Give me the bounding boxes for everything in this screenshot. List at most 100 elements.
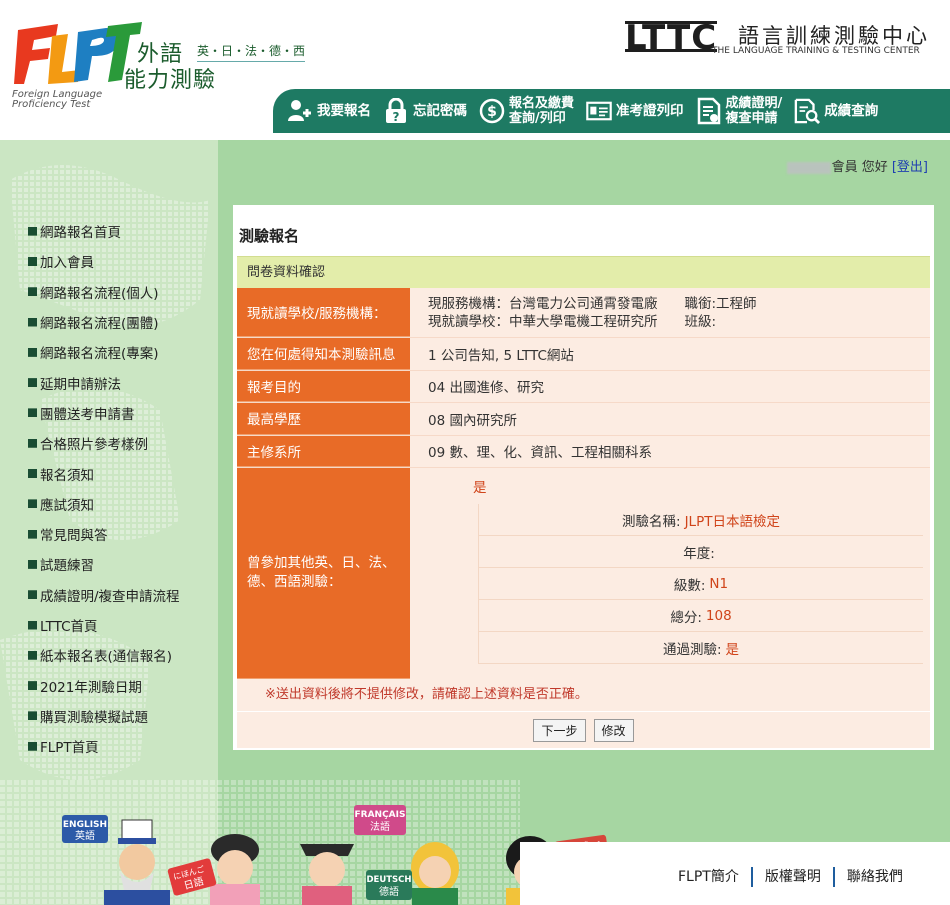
sub-row-passed: 通過測驗: 是 — [479, 632, 923, 664]
nav-payment-line2: 查詢/列印 — [509, 111, 566, 126]
logout-link[interactable]: [登出] — [892, 160, 928, 175]
sidebar-item-flpt-home[interactable]: FLPT首頁 — [28, 731, 180, 761]
member-greeting: 會員 您好 [登出] — [786, 156, 928, 175]
lttc-logo[interactable]: LTTC — [625, 18, 718, 58]
svg-text:ENGLISH: ENGLISH — [63, 820, 107, 830]
sidebar-item-paper-form[interactable]: 紙本報名表(通信報名) — [28, 640, 180, 670]
sub-row-level: 級數: N1 — [479, 568, 923, 600]
education-value: 08 國內研究所 — [410, 403, 930, 435]
flpt-languages: 英・日・法・德・西 — [197, 42, 306, 62]
edit-button[interactable]: 修改 — [593, 718, 634, 742]
greeting-text: 會員 您好 — [831, 160, 888, 175]
sub-key: 年度: — [683, 545, 715, 562]
nav-register[interactable]: 我要報名 — [287, 98, 371, 124]
other-tests-value: 是 測驗名稱: JLPT日本語檢定 年度: 級數: N1 總分: 108 通過測驗: 是 — [410, 468, 930, 679]
nav-payment-query[interactable]: $ 報名及繳費 查詢/列印 — [479, 96, 574, 126]
svg-text:FRANÇAIS: FRANÇAIS — [355, 810, 406, 820]
footer-link-contact[interactable]: 聯絡我們 — [835, 867, 915, 887]
nav-score-query[interactable]: 成績查詢 — [794, 98, 879, 125]
flpt-logo[interactable] — [12, 18, 142, 88]
table-row-other-tests: 曾參加其他英、日、法、德、西語測驗： 是 測驗名稱: JLPT日本語檢定 年度: … — [237, 468, 930, 680]
lock-question-icon: ? — [383, 98, 409, 124]
nav-score-query-label: 成績查詢 — [824, 102, 879, 119]
sub-value: 108 — [705, 607, 732, 624]
svg-text:?: ? — [393, 110, 400, 124]
nav-admission-ticket-label: 准考證列印 — [616, 102, 684, 119]
sidebar-item-join-member[interactable]: 加入會員 — [28, 246, 180, 276]
sidebar-item-practice[interactable]: 試題練習 — [28, 549, 180, 579]
table-row-school: 現就讀學校/服務機構： 現服務機構：台灣電力公司通霄發電廠 職銜:工程師 現就讀… — [237, 288, 930, 338]
footer-link-flpt-intro[interactable]: FLPT簡介 — [678, 867, 753, 887]
table-row-education: 最高學歷 08 國內研究所 — [237, 403, 930, 436]
school-line2: 現就讀學校：中華大學電機工程研究所 班級: — [428, 313, 717, 330]
sub-value: 是 — [725, 641, 740, 658]
svg-text:法語: 法語 — [370, 820, 390, 833]
german-character — [411, 842, 459, 905]
nav-admission-ticket[interactable]: 准考證列印 — [586, 98, 684, 124]
sub-row-year: 年度: — [479, 536, 923, 568]
sub-row-test-name: 測驗名稱: JLPT日本語檢定 — [479, 504, 923, 536]
nav-score-certificate[interactable]: 成績證明/複查申請 — [696, 96, 783, 126]
nav-score-certificate-label: 成績證明/複查申請 — [726, 96, 783, 126]
member-name-redacted — [786, 161, 831, 174]
nav-forgot-password[interactable]: ? 忘記密碼 — [383, 98, 467, 124]
nav-certificate-line2: 複查申請 — [725, 111, 778, 126]
next-step-button[interactable]: 下一步 — [533, 718, 586, 742]
sidebar-menu: 網路報名首頁 加入會員 網路報名流程(個人) 網路報名流程(團體) 網路報名流程… — [28, 216, 180, 761]
source-label: 您在何處得知本測驗訊息 — [237, 338, 410, 370]
page-title: 測驗報名 — [239, 227, 300, 245]
sidebar-item-lttc-home[interactable]: LTTC首頁 — [28, 610, 180, 640]
sub-key: 級數: — [673, 577, 706, 594]
major-value: 09 數、理、化、資訊、工程相關科系 — [410, 435, 930, 467]
school-line1: 現服務機構：台灣電力公司通霄發電廠 職銜:工程師 — [428, 295, 757, 312]
sidebar-item-photo-sample[interactable]: 合格照片參考樣例 — [28, 428, 180, 458]
major-label: 主修系所 — [237, 435, 410, 467]
sidebar-item-registration-notice[interactable]: 報名須知 — [28, 458, 180, 488]
sub-value: N1 — [709, 575, 729, 592]
flpt-english-name: Foreign Language Proficiency Test — [12, 89, 103, 110]
sidebar-item-flow-individual[interactable]: 網路報名流程(個人) — [28, 277, 180, 307]
school-label: 現就讀學校/服務機構： — [237, 288, 410, 337]
lttc-english-name: THE LANGUAGE TRAINING & TESTING CENTER — [712, 46, 920, 56]
sidebar-item-certificate-flow[interactable]: 成績證明/複查申請流程 — [28, 580, 180, 610]
svg-text:$: $ — [487, 104, 497, 120]
sidebar-item-flow-group[interactable]: 網路報名流程(團體) — [28, 307, 180, 337]
english-badge: ENGLISH 英語 — [62, 815, 108, 843]
svg-text:英語: 英語 — [75, 829, 95, 842]
svg-text:DEUTSCH: DEUTSCH — [366, 875, 411, 885]
dollar-icon: $ — [479, 98, 505, 124]
japanese-character — [210, 834, 260, 905]
sub-key: 總分: — [670, 609, 702, 626]
id-card-icon — [586, 98, 612, 124]
table-row-purpose: 報考目的 04 出國進修、研究 — [237, 370, 930, 403]
sub-key: 測驗名稱: — [622, 513, 681, 530]
sidebar-item-flow-project[interactable]: 網路報名流程(專案) — [28, 337, 180, 367]
sub-value: JLPT日本語檢定 — [684, 513, 780, 530]
nav-payment-line1: 報名及繳費 — [509, 96, 575, 111]
nav-certificate-line1: 成績證明/ — [725, 96, 783, 111]
sidebar-item-exam-dates[interactable]: 2021年測驗日期 — [28, 670, 180, 700]
footer-links: FLPT簡介 版權聲明 聯絡我們 — [678, 867, 915, 887]
german-badge: DEUTSCH 德語 — [366, 870, 412, 900]
section-header: 問卷資料確認 — [237, 256, 930, 288]
sidebar-item-postpone[interactable]: 延期申請辦法 — [28, 367, 180, 397]
confirm-warning-note: ※送出資料後將不提供修改，請確認上述資料是否正確。 — [237, 679, 930, 711]
page-body: 網路報名首頁 加入會員 網路報名流程(個人) 網路報名流程(團體) 網路報名流程… — [0, 140, 950, 905]
register-person-icon — [287, 98, 313, 124]
sidebar-item-buy-mock-test[interactable]: 購買測驗模擬試題 — [28, 701, 180, 731]
sub-row-total-score: 總分: 108 — [479, 600, 923, 632]
table-row-major: 主修系所 09 數、理、化、資訊、工程相關科系 — [237, 435, 930, 468]
sidebar-item-home[interactable]: 網路報名首頁 — [28, 216, 180, 246]
svg-text:德語: 德語 — [379, 885, 399, 898]
sidebar-item-faq[interactable]: 常見問與答 — [28, 519, 180, 549]
other-tests-label: 曾參加其他英、日、法、德、西語測驗： — [237, 468, 410, 679]
sidebar-item-group-application[interactable]: 團體送考申請書 — [28, 398, 180, 428]
footer-link-copyright[interactable]: 版權聲明 — [753, 867, 835, 887]
form-actions: 下一步 修改 — [237, 712, 930, 748]
certificate-icon — [696, 97, 722, 125]
sidebar-item-exam-notice[interactable]: 應試須知 — [28, 489, 180, 519]
other-tests-detail: 測驗名稱: JLPT日本語檢定 年度: 級數: N1 總分: 108 通過測驗: 是 — [478, 504, 923, 664]
survey-confirm-table: 現就讀學校/服務機構： 現服務機構：台灣電力公司通霄發電廠 職銜:工程師 現就讀… — [237, 288, 930, 680]
score-search-icon — [794, 98, 821, 125]
main-content-panel: 測驗報名 問卷資料確認 現就讀學校/服務機構： 現服務機構：台灣電力公司通霄發電… — [233, 205, 934, 750]
